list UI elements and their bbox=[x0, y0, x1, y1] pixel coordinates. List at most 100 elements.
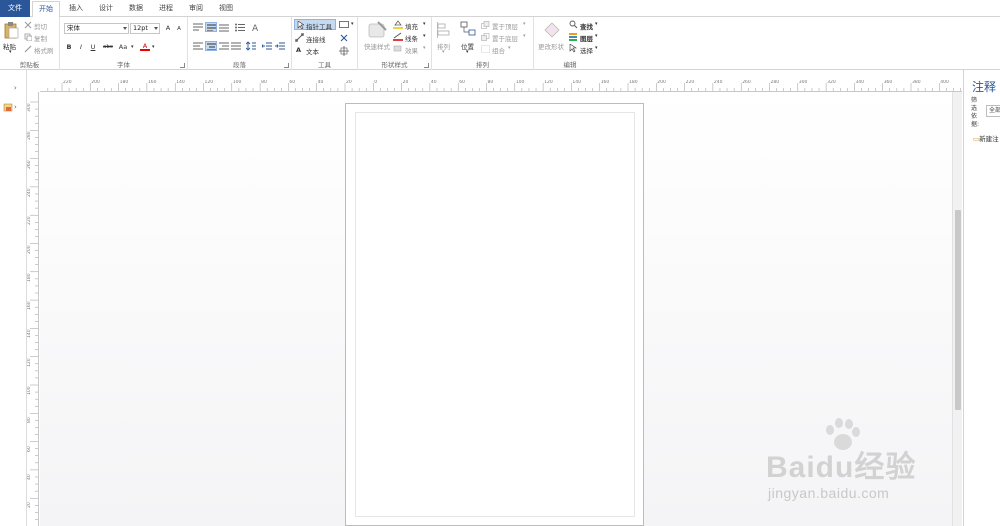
connector-button[interactable]: 连接线 bbox=[306, 34, 326, 44]
change-case-button[interactable]: Aa bbox=[116, 42, 130, 52]
pointer-tool-button[interactable]: 指针工具 bbox=[294, 19, 336, 31]
filter-select[interactable]: 全部 bbox=[986, 105, 1000, 117]
ruler-label: 320 bbox=[827, 80, 836, 85]
new-comment-button[interactable]: ▭新建注 bbox=[973, 133, 999, 143]
ruler-label: 100 bbox=[232, 80, 242, 85]
copy-button[interactable]: 复制 bbox=[34, 33, 47, 43]
font-group-label: 字体 bbox=[117, 61, 130, 69]
fill-button[interactable]: 填充 bbox=[405, 21, 418, 31]
align-right-icon[interactable] bbox=[219, 42, 230, 51]
send-to-back-button[interactable]: 置于底层 bbox=[492, 33, 518, 43]
expand-stencils-chevron-icon[interactable]: › bbox=[14, 103, 17, 111]
ruler-label: 160 bbox=[147, 80, 157, 85]
tab-process[interactable]: 进程 bbox=[152, 1, 180, 17]
cut-button[interactable]: 剪切 bbox=[34, 21, 47, 31]
tab-review[interactable]: 审阅 bbox=[182, 1, 210, 17]
shrink-font-button[interactable]: A bbox=[174, 24, 184, 34]
find-button[interactable]: 查找 bbox=[580, 21, 593, 31]
font-dialog-launcher[interactable] bbox=[180, 63, 185, 68]
connection-point-icon[interactable] bbox=[339, 46, 349, 56]
align-shapes-icon[interactable] bbox=[437, 22, 451, 38]
quick-styles-button[interactable]: 快速样式 bbox=[364, 41, 390, 51]
clipboard-group-label: 剪贴板 bbox=[19, 61, 40, 69]
ruler-label: 80 bbox=[261, 80, 267, 85]
ruler-label: 40 bbox=[27, 474, 32, 480]
comments-pane-title: 注释 bbox=[972, 80, 997, 94]
rectangle-icon[interactable] bbox=[339, 21, 349, 29]
ruler-label: 120 bbox=[27, 358, 32, 367]
layers-button[interactable]: 图层 bbox=[580, 33, 593, 43]
ruler-label: 80 bbox=[487, 80, 494, 85]
grow-font-button[interactable]: A bbox=[163, 23, 173, 33]
text-tool-button[interactable]: 文本 bbox=[306, 46, 319, 56]
ruler-label: 20 bbox=[402, 80, 409, 85]
ruler-label: 100 bbox=[515, 80, 525, 85]
tab-insert[interactable]: 插入 bbox=[62, 1, 90, 17]
ruler-label: 120 bbox=[204, 80, 214, 85]
justify-icon[interactable] bbox=[231, 42, 242, 51]
drawing-canvas[interactable] bbox=[40, 92, 952, 526]
group-button[interactable]: 组合 bbox=[492, 45, 505, 55]
clipboard-group: 粘贴 ▾ 剪切 复制 格式刷 剪贴板 bbox=[0, 17, 60, 70]
format-painter-button[interactable]: 格式刷 bbox=[34, 45, 54, 55]
drawing-page[interactable] bbox=[345, 103, 644, 526]
effects-button[interactable]: 效果 bbox=[405, 45, 418, 55]
underline-button[interactable]: U bbox=[88, 42, 98, 52]
paste-icon[interactable] bbox=[3, 21, 19, 39]
line-spacing-icon[interactable] bbox=[246, 41, 257, 52]
paragraph-dialog-launcher[interactable] bbox=[284, 63, 289, 68]
vertical-scrollbar-thumb[interactable] bbox=[955, 210, 961, 410]
connector-icon bbox=[295, 33, 304, 42]
close-icon[interactable] bbox=[340, 34, 348, 42]
increase-indent-icon[interactable] bbox=[275, 42, 286, 51]
shapes-pane-collapsed: › › bbox=[0, 70, 27, 526]
align-middle-icon[interactable] bbox=[205, 22, 217, 32]
ribbon-tab-bar: 文件 开始 插入 设计 数据 进程 审阅 视图 bbox=[0, 0, 1000, 18]
ruler-label: 40 bbox=[317, 80, 324, 85]
font-size-select[interactable]: 12pt bbox=[130, 23, 160, 34]
bullets-icon[interactable] bbox=[235, 23, 246, 32]
ruler-label: 180 bbox=[119, 80, 129, 85]
ruler-label: 400 bbox=[940, 80, 949, 85]
align-left-icon[interactable] bbox=[193, 42, 204, 51]
tab-home[interactable]: 开始 bbox=[32, 1, 60, 18]
strikethrough-button[interactable]: abc bbox=[101, 42, 115, 52]
change-shape-icon[interactable] bbox=[543, 21, 561, 39]
tab-file[interactable]: 文件 bbox=[0, 0, 30, 17]
filter-label-4: 据: bbox=[971, 121, 980, 128]
line-button[interactable]: 线条 bbox=[405, 33, 418, 43]
expand-shapes-chevron-icon[interactable]: › bbox=[14, 84, 17, 92]
change-shape-button[interactable]: 更改形状 bbox=[538, 41, 564, 51]
ribbon: 粘贴 ▾ 剪切 复制 格式刷 剪贴板 宋体 12pt A A B I U abc… bbox=[0, 17, 1000, 70]
tab-data[interactable]: 数据 bbox=[122, 1, 150, 17]
ruler-label: 300 bbox=[798, 80, 808, 85]
font-color-button[interactable]: A bbox=[140, 41, 150, 51]
align-bottom-icon[interactable] bbox=[219, 23, 230, 32]
font-family-select[interactable]: 宋体 bbox=[64, 23, 129, 34]
tab-view[interactable]: 视图 bbox=[212, 1, 240, 17]
ruler-label: 140 bbox=[572, 80, 581, 85]
ruler-label: 20 bbox=[346, 80, 352, 85]
vertical-scrollbar[interactable] bbox=[952, 92, 962, 526]
select-button[interactable]: 选择 bbox=[580, 45, 593, 55]
text-tool-icon: A bbox=[296, 46, 302, 54]
align-center-icon[interactable] bbox=[205, 41, 217, 51]
bring-to-front-icon bbox=[481, 21, 490, 29]
text-direction-icon[interactable]: A bbox=[251, 22, 261, 32]
shape-styles-dialog-launcher[interactable] bbox=[424, 63, 429, 68]
ruler-label: 100 bbox=[27, 386, 32, 395]
bring-to-front-button[interactable]: 置于顶层 bbox=[492, 21, 518, 31]
send-to-back-icon bbox=[481, 33, 490, 41]
ruler-label: 280 bbox=[27, 131, 32, 141]
position-icon[interactable] bbox=[460, 21, 476, 37]
align-top-icon[interactable] bbox=[193, 23, 204, 32]
tab-design[interactable]: 设计 bbox=[92, 1, 120, 17]
bold-button[interactable]: B bbox=[64, 42, 74, 52]
quick-styles-icon[interactable] bbox=[368, 21, 388, 39]
fill-icon bbox=[393, 20, 403, 29]
paragraph-group-label: 段落 bbox=[233, 61, 246, 69]
ruler-label: 220 bbox=[27, 216, 32, 226]
ruler-label: 200 bbox=[27, 244, 32, 254]
italic-button[interactable]: I bbox=[76, 42, 86, 52]
decrease-indent-icon[interactable] bbox=[262, 42, 273, 51]
